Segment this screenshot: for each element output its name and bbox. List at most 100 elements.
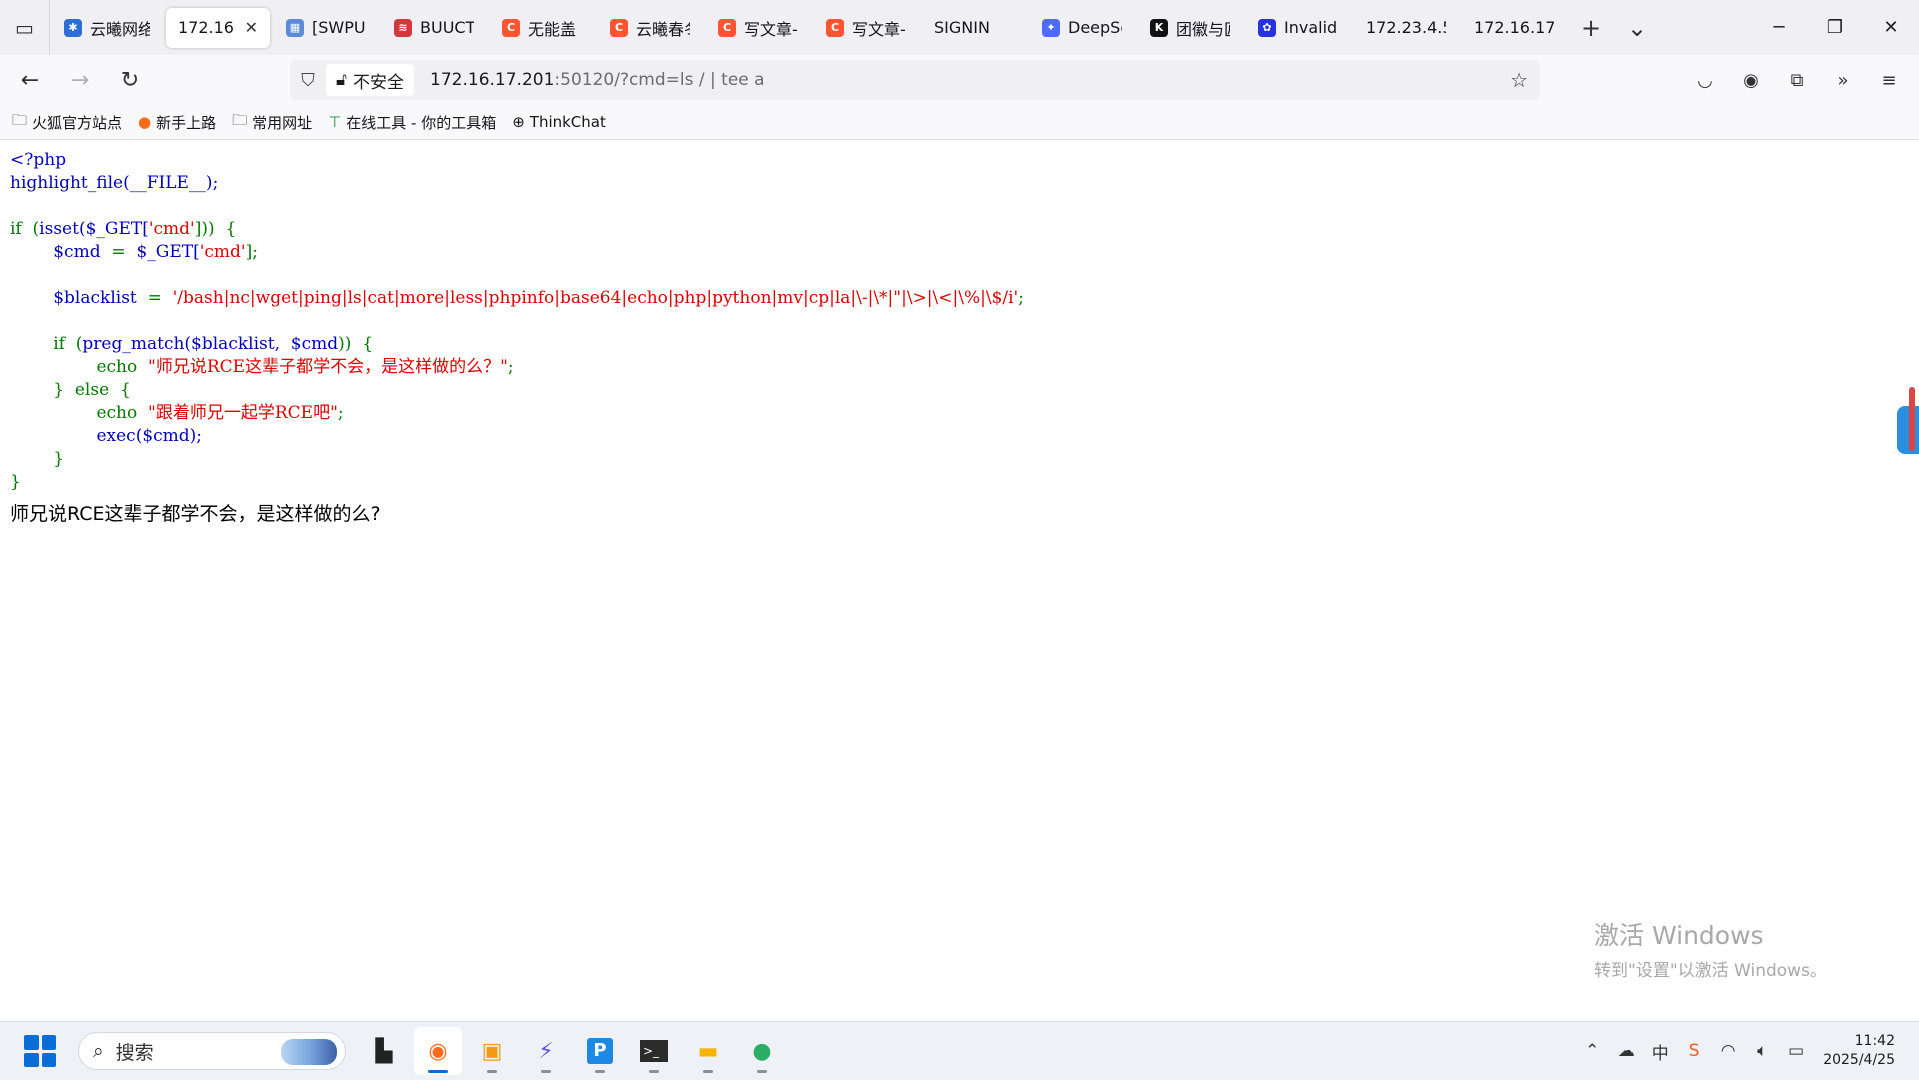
url-host: 172.16.17.201 — [430, 70, 555, 90]
code-cmd-key: 'cmd' — [199, 242, 246, 262]
ime-indicator[interactable]: 中 — [1643, 1039, 1677, 1064]
account-icon[interactable]: ◉ — [1731, 60, 1771, 100]
clock-date: 2025/4/25 — [1823, 1052, 1895, 1068]
bookmark-item[interactable]: 🗀︎ 常用网址 — [232, 110, 312, 135]
tab-list: ✱ 云曦网络 172.16.17 ✕ ▦ [SWPUC ≋ BUUCTF C 无… — [50, 0, 1660, 55]
bookmark-item[interactable]: ● 新手上路 — [138, 112, 216, 133]
tab-active[interactable]: 172.16.17 ✕ — [166, 7, 270, 48]
url-text[interactable]: 172.16.17.201:50120/?cmd=ls / | tee a — [430, 70, 765, 90]
taskbar-search[interactable]: ⌕ 搜索 — [78, 1032, 346, 1070]
insecure-label: 不安全 — [353, 72, 405, 93]
folder-icon: 🗀︎ — [12, 110, 28, 129]
sogou-icon[interactable]: S — [1677, 1041, 1711, 1061]
forward-arrow-icon[interactable]: → — [60, 60, 100, 100]
bookmark-item[interactable]: 🗀︎ 火狐官方站点 — [12, 110, 122, 135]
editor-icon[interactable]: ⚡ — [522, 1027, 570, 1075]
bookmark-label: ThinkChat — [529, 113, 606, 131]
code-isset-close: ])) { — [194, 219, 237, 239]
taskbar-clock[interactable]: 11:42 2025/4/25 — [1823, 1032, 1895, 1070]
code-semicolon: ; — [337, 403, 344, 423]
tab-12[interactable]: 172.23.4.5/ — [1354, 8, 1458, 48]
tab-9[interactable]: ✦ DeepSe — [1030, 8, 1134, 48]
code-preg-close: )) { — [338, 334, 374, 354]
vmware-icon[interactable]: ▣ — [468, 1027, 516, 1075]
tab-11[interactable]: ✿ Invalid — [1246, 8, 1350, 48]
tab-label: 云曦春冬 — [636, 19, 690, 39]
code-assign: = — [136, 288, 173, 308]
tab-favicon-icon: ≋ — [394, 18, 412, 37]
chevron-down-icon[interactable]: ⌄ — [1614, 8, 1660, 48]
cloud-icon[interactable]: ☁︎ — [1609, 1041, 1643, 1061]
shield-icon[interactable]: ⛉ — [290, 70, 326, 91]
tab-label: 写文章-C — [744, 19, 798, 39]
tab-label: 172.16.17 — [178, 18, 233, 37]
firefox-icon[interactable]: ◉ — [414, 1027, 462, 1075]
navigation-toolbar: ← → ↻ ⛉ 🔓︎ 不安全 172.16.17.201:50120/?cmd=… — [0, 55, 1919, 105]
code-blacklist-var: $blacklist — [53, 288, 137, 308]
tab-3[interactable]: ≋ BUUCTF — [382, 8, 486, 48]
terminal-icon[interactable]: >_ — [630, 1027, 678, 1075]
tab-label: DeepSe — [1068, 18, 1122, 37]
pycharm-icon[interactable]: P — [576, 1027, 624, 1075]
taskbar-apps: ▙ ◉ ▣ ⚡ P >_ ▬ ● — [360, 1027, 786, 1075]
code-echo-string-2: "跟着师兄一起学RCE吧" — [148, 403, 338, 423]
unlock-icon: 🔓︎ — [336, 70, 348, 90]
code-assign: = — [100, 242, 137, 262]
bookmarks-toolbar: 🗀︎ 火狐官方站点 ● 新手上路 🗀︎ 常用网址 ⊤ 在线工具 - 你的工具箱 … — [0, 105, 1919, 140]
code-if: if ( — [10, 219, 40, 239]
sidebar-widget-tab[interactable] — [1897, 406, 1919, 454]
csdn-icon: C — [826, 18, 844, 37]
code-else: } else { — [53, 380, 131, 400]
bookmark-label: 常用网址 — [252, 113, 313, 132]
page-output-text: 师兄说RCE这辈子都学不会，是这样做的么? — [10, 503, 381, 525]
tab-2[interactable]: ▦ [SWPUC — [274, 8, 378, 48]
code-cmd-var: $cmd — [53, 242, 101, 262]
reload-icon[interactable]: ↻ — [110, 60, 150, 100]
close-icon[interactable]: ✕ — [1863, 0, 1919, 55]
tab-list-icon[interactable]: ▭ — [0, 0, 50, 55]
battery-icon[interactable]: ▭ — [1779, 1041, 1813, 1061]
tab-13[interactable]: 172.16.17.2 — [1462, 8, 1566, 48]
tab-label: [SWPUC — [312, 18, 366, 37]
tab-label: Invalid — [1284, 18, 1338, 37]
tab-7[interactable]: C 写文章-C — [814, 8, 918, 48]
tab-label: 团徽与匠 — [1176, 19, 1230, 39]
wechat-icon[interactable]: ● — [738, 1027, 786, 1075]
tab-4[interactable]: C 无能盖 — [490, 8, 594, 48]
extensions-icon[interactable]: ⧉ — [1777, 60, 1817, 100]
insecure-indicator[interactable]: 🔓︎ 不安全 — [326, 64, 415, 96]
tab-label: 写文章-C — [852, 19, 906, 39]
close-tab-icon[interactable]: ✕ — [245, 18, 258, 37]
tab-6[interactable]: C 写文章-C — [706, 8, 810, 48]
tab-label: 172.23.4.5/ — [1366, 18, 1446, 37]
tab-favicon-icon: ▦ — [286, 18, 304, 37]
restore-icon[interactable]: ❐ — [1807, 0, 1863, 55]
pocket-icon[interactable]: ◡ — [1685, 60, 1725, 100]
volume-icon[interactable]: 🔈︎ — [1745, 1041, 1779, 1061]
folder-icon: 🗀︎ — [232, 110, 248, 129]
code-if: if ( — [53, 334, 83, 354]
watermark-title: 激活 Windows — [1594, 921, 1764, 950]
file-explorer-icon[interactable]: ▬ — [684, 1027, 732, 1075]
bookmark-item[interactable]: ⊕ ThinkChat — [512, 113, 606, 131]
deepseek-icon: ✦ — [1042, 18, 1060, 37]
chevron-up-icon[interactable]: ⌃ — [1575, 1041, 1609, 1061]
minimize-icon[interactable]: ─ — [1751, 0, 1807, 55]
tab-label: 172.16.17.2 — [1474, 18, 1554, 37]
task-view-icon[interactable]: ▙ — [360, 1027, 408, 1075]
windows-taskbar: ⌕ 搜索 ▙ ◉ ▣ ⚡ P >_ ▬ ● ⌃ ☁︎ 中 S ◠ 🔈︎ ▭ 11… — [0, 1021, 1919, 1080]
overflow-menu-icon[interactable]: » — [1823, 60, 1863, 100]
new-tab-icon[interactable]: + — [1568, 8, 1614, 48]
hamburger-menu-icon[interactable]: ≡ — [1869, 60, 1909, 100]
back-arrow-icon[interactable]: ← — [10, 60, 50, 100]
windows-start-icon[interactable] — [24, 1035, 56, 1067]
wifi-icon[interactable]: ◠ — [1711, 1041, 1745, 1061]
bookmark-star-icon[interactable]: ☆ — [1510, 68, 1528, 92]
bookmark-item[interactable]: ⊤ 在线工具 - 你的工具箱 — [328, 112, 496, 133]
address-bar[interactable]: ⛉ 🔓︎ 不安全 172.16.17.201:50120/?cmd=ls / |… — [290, 60, 1540, 100]
tab-0[interactable]: ✱ 云曦网络 — [52, 8, 162, 48]
tab-8[interactable]: SIGNIN — [922, 8, 1026, 48]
tab-label: 无能盖 — [528, 19, 577, 39]
tab-5[interactable]: C 云曦春冬 — [598, 8, 702, 48]
tab-10[interactable]: K 团徽与匠 — [1138, 8, 1242, 48]
